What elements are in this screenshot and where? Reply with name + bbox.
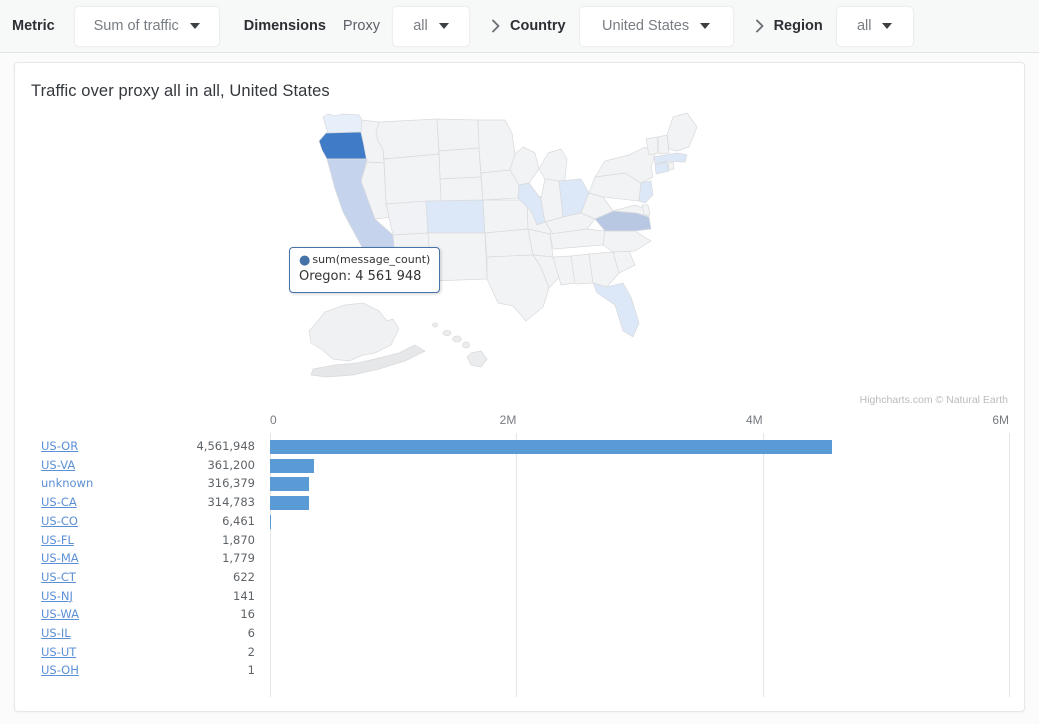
country-select-value: United States bbox=[602, 18, 689, 34]
bar-value-label: 1,779 bbox=[125, 551, 255, 565]
bar-chart-row: US-UT 2 bbox=[15, 645, 1024, 664]
bar-value-label: 622 bbox=[125, 570, 255, 584]
dimensions-label: Dimensions bbox=[244, 18, 326, 34]
bar-rect[interactable] bbox=[270, 496, 309, 510]
state-US-MT bbox=[376, 119, 439, 159]
state-US-NM bbox=[428, 233, 487, 281]
chevron-right-icon bbox=[488, 18, 504, 34]
proxy-label: Proxy bbox=[343, 18, 380, 34]
region-select[interactable]: all bbox=[836, 6, 914, 47]
chevron-down-icon bbox=[882, 23, 892, 29]
region-select-value: all bbox=[857, 18, 872, 34]
axis-tick-label: 2M bbox=[456, 413, 516, 427]
bar-category-label[interactable]: US-OH bbox=[41, 663, 79, 677]
state-US-NC bbox=[603, 231, 651, 252]
state-US-WA bbox=[323, 114, 362, 133]
bar-category-label[interactable]: US-CA bbox=[41, 495, 77, 509]
chart-card: Traffic over proxy all in all, United St… bbox=[14, 62, 1025, 712]
axis-tick-label: 6M bbox=[949, 413, 1009, 427]
state-US-SD bbox=[439, 148, 481, 179]
bar-value-label: 16 bbox=[125, 607, 255, 621]
metric-label: Metric bbox=[12, 18, 55, 34]
bar-chart-row: US-IL 6 bbox=[15, 626, 1024, 645]
country-label: Country bbox=[510, 18, 566, 34]
bar-category-label[interactable]: US-IL bbox=[41, 626, 71, 640]
bar-value-label: 1,870 bbox=[125, 533, 255, 547]
bar-category-label[interactable]: US-UT bbox=[41, 645, 76, 659]
state-US-AZ bbox=[393, 233, 432, 281]
bar-category-label[interactable]: US-FL bbox=[41, 533, 74, 547]
state-US-OR bbox=[319, 132, 367, 159]
bar-value-label: 4,561,948 bbox=[125, 439, 255, 453]
bar-chart-row: US-MA 1,779 bbox=[15, 551, 1024, 570]
country-select[interactable]: United States bbox=[579, 6, 734, 47]
bar-rect[interactable] bbox=[270, 477, 309, 491]
us-choropleth-map[interactable] bbox=[15, 107, 1024, 407]
chevron-down-icon bbox=[700, 23, 710, 29]
state-US-UT bbox=[386, 201, 428, 235]
bar-category-label[interactable]: US-CT bbox=[41, 570, 76, 584]
filter-toolbar: Metric Sum of traffic Dimensions Proxy a… bbox=[0, 0, 1039, 53]
bar-category-label[interactable]: US-MA bbox=[41, 551, 79, 565]
bar-value-label: 6,461 bbox=[125, 514, 255, 528]
bar-category-label: unknown bbox=[41, 476, 93, 490]
state-US-AK bbox=[309, 303, 399, 361]
state-US-CO bbox=[426, 200, 485, 233]
bar-value-label: 6 bbox=[125, 626, 255, 640]
proxy-select[interactable]: all bbox=[392, 6, 470, 47]
map-credits: Highcharts.com © Natural Earth bbox=[860, 394, 1008, 406]
state-US-ME bbox=[667, 113, 697, 151]
chevron-right-icon bbox=[752, 18, 768, 34]
bar-chart-row: unknown 316,379 bbox=[15, 476, 1024, 495]
state-US-MN bbox=[478, 120, 515, 173]
bar-chart-row: US-FL 1,870 bbox=[15, 533, 1024, 552]
bar-chart-row: US-OR 4,561,948 bbox=[15, 439, 1024, 458]
bar-category-label[interactable]: US-VA bbox=[41, 458, 75, 472]
state-US-RI bbox=[668, 162, 674, 170]
chevron-down-icon bbox=[439, 23, 449, 29]
metric-select[interactable]: Sum of traffic bbox=[74, 6, 220, 47]
state-US-WY bbox=[384, 154, 441, 204]
metric-select-value: Sum of traffic bbox=[94, 18, 179, 34]
proxy-select-value: all bbox=[413, 18, 428, 34]
bar-rect[interactable] bbox=[270, 515, 271, 529]
state-US-NE bbox=[440, 177, 483, 203]
bar-category-label[interactable]: US-CO bbox=[41, 514, 78, 528]
state-US-ND bbox=[437, 119, 479, 151]
bar-category-label[interactable]: US-WA bbox=[41, 607, 79, 621]
bar-value-label: 316,379 bbox=[125, 476, 255, 490]
axis-tick-label: 0 bbox=[270, 413, 277, 427]
bar-chart-row: US-OH 1 bbox=[15, 663, 1024, 682]
region-label: Region bbox=[774, 18, 823, 34]
state-US-NJ bbox=[639, 181, 653, 203]
state-US-OK bbox=[485, 229, 533, 257]
chevron-down-icon bbox=[190, 23, 200, 29]
bar-category-label[interactable]: US-NJ bbox=[41, 589, 73, 603]
bar-rect[interactable] bbox=[270, 440, 832, 454]
bar-category-label[interactable]: US-OR bbox=[41, 439, 78, 453]
bar-chart: 0 2M 4M 6M US-OR 4,561,948 US-VA 361,200 unknown… bbox=[15, 413, 1024, 713]
axis-tick-label: 4M bbox=[703, 413, 763, 427]
bar-rect[interactable] bbox=[270, 459, 314, 473]
bar-chart-row: US-WA 16 bbox=[15, 607, 1024, 626]
bar-value-label: 1 bbox=[125, 663, 255, 677]
bar-value-label: 361,200 bbox=[125, 458, 255, 472]
map-svg bbox=[305, 107, 735, 397]
bar-chart-row: US-NJ 141 bbox=[15, 589, 1024, 608]
bar-chart-row: US-CO 6,461 bbox=[15, 514, 1024, 533]
bar-value-label: 2 bbox=[125, 645, 255, 659]
state-US-KS bbox=[483, 200, 528, 233]
state-US-FL bbox=[593, 283, 639, 337]
bar-value-label: 141 bbox=[125, 589, 255, 603]
state-US-HI bbox=[432, 323, 487, 367]
bar-chart-row: US-CT 622 bbox=[15, 570, 1024, 589]
bar-chart-row: US-VA 361,200 bbox=[15, 458, 1024, 477]
bar-chart-row: US-CA 314,783 bbox=[15, 495, 1024, 514]
page-title: Traffic over proxy all in all, United St… bbox=[31, 82, 330, 101]
bar-value-label: 314,783 bbox=[125, 495, 255, 509]
